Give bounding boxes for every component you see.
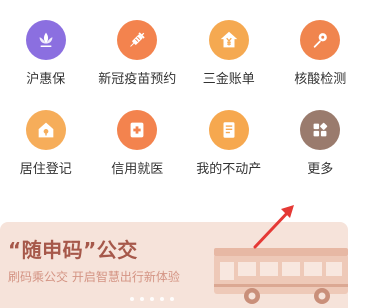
service-label: 新冠疫苗预约 [98,72,177,87]
service-icon-circle [117,110,158,150]
service-my-property[interactable]: 我的不动产 [183,110,275,180]
carousel-indicator [130,297,174,301]
service-label: 信用就医 [111,162,164,177]
service-label: 三金账单 [202,72,255,87]
bus-illustration-icon [214,248,348,304]
carousel-dot[interactable] [170,297,174,301]
test-swab-icon [313,33,328,48]
service-icon-circle [300,110,341,150]
carousel-dot[interactable] [150,297,154,301]
banner-title: “随申码”公交 [8,238,138,262]
bus-code-banner[interactable]: “随申码”公交 刷码乘公交 开启智慧出行新体验 [0,222,348,308]
carousel-dot[interactable] [130,297,134,301]
property-document-icon [223,122,235,138]
service-label: 沪惠保 [26,72,66,87]
service-more[interactable]: 更多 [275,110,366,180]
service-label: 我的不动产 [196,162,262,177]
service-grid: 沪惠保 新冠疫苗预约 三金账单 核酸检测 居住登记 信用就医 我的不动产 更多 [0,20,366,180]
service-label: 核酸检测 [294,72,347,87]
syringe-icon [130,32,145,47]
service-residence-registration[interactable]: 居住登记 [0,110,92,180]
lotus-icon [39,32,53,47]
service-label: 更多 [307,162,334,177]
service-icon-circle [117,20,158,60]
house-yen-icon [220,31,237,48]
medical-card-icon [130,122,144,138]
service-huhuibao[interactable]: 沪惠保 [0,20,92,90]
service-icon-circle [300,20,341,60]
service-icon-circle [25,20,66,60]
service-vaccine-booking[interactable]: 新冠疫苗预约 [92,20,184,90]
service-credit-medical[interactable]: 信用就医 [92,110,184,180]
more-grid-icon [313,122,328,137]
service-icon-circle [25,110,66,150]
home-pin-icon [38,122,54,138]
carousel-dot[interactable] [140,297,144,301]
service-label: 居住登记 [19,162,72,177]
service-icon-circle [208,20,249,60]
service-sanjin-bill[interactable]: 三金账单 [183,20,275,90]
service-nucleic-test[interactable]: 核酸检测 [275,20,366,90]
banner-subtitle: 刷码乘公交 开启智慧出行新体验 [8,270,180,284]
service-icon-circle [208,110,249,150]
carousel-dot[interactable] [160,297,164,301]
